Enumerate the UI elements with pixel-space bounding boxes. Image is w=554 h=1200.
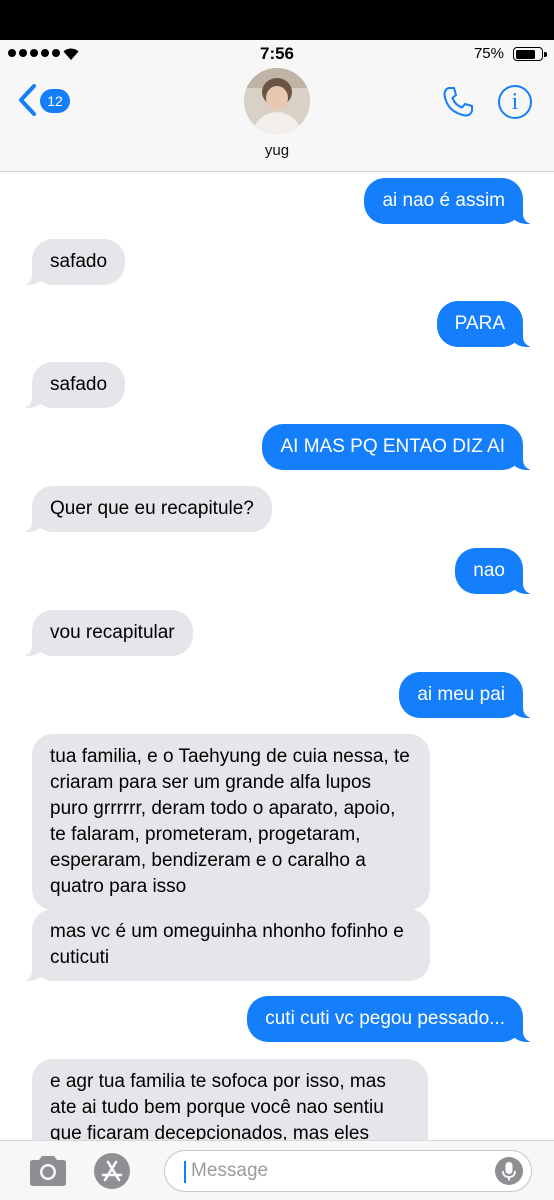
incoming-message[interactable]: safado: [21, 362, 126, 408]
outgoing-message[interactable]: nao: [455, 548, 533, 594]
incoming-message[interactable]: mas vc é um omeguinha nhonho fofinho e c…: [22, 909, 430, 981]
text-cursor: [184, 1161, 186, 1183]
message-input[interactable]: [191, 1151, 481, 1191]
message-field[interactable]: [164, 1150, 532, 1192]
back-button[interactable]: 12: [18, 82, 76, 118]
microphone-glyph: [502, 1162, 516, 1181]
app-store-glyph: [101, 1160, 123, 1182]
outgoing-message[interactable]: AI MAS PQ ENTAO DIZ AI: [262, 424, 533, 470]
status-time: 7:56: [259, 44, 295, 63]
contact-avatar[interactable]: [244, 68, 310, 134]
outgoing-message[interactable]: cuti cuti vc pegou pessado...: [247, 996, 533, 1042]
incoming-message[interactable]: vou recapitular: [22, 610, 193, 656]
incoming-message[interactable]: Quer que eu recapitule?: [22, 486, 272, 532]
camera-icon[interactable]: [26, 1153, 70, 1189]
conversation-header: 12 yug i: [0, 68, 554, 172]
outgoing-message[interactable]: ai meu pai: [399, 672, 533, 718]
info-icon[interactable]: i: [498, 85, 532, 119]
chevron-left-icon: [19, 84, 36, 116]
incoming-message[interactable]: tua familia, e o Taehyung de cuia nessa,…: [32, 734, 430, 910]
message-thread[interactable]: ai nao é assim safado PARA safado AI MAS…: [0, 173, 554, 1140]
microphone-icon[interactable]: [495, 1157, 523, 1185]
phone-icon[interactable]: [440, 84, 476, 120]
status-bar: 7:56 75%: [0, 40, 554, 68]
incoming-message[interactable]: e agr tua familia te sofoca por isso, ma…: [32, 1059, 428, 1140]
battery-icon: [513, 47, 547, 61]
app-store-icon[interactable]: [94, 1153, 130, 1189]
incoming-message[interactable]: safado: [21, 239, 126, 285]
outgoing-message[interactable]: PARA: [436, 301, 534, 347]
contact-name[interactable]: yug: [0, 142, 554, 159]
top-black-bar: [0, 0, 554, 40]
message-input-bar: [0, 1140, 554, 1200]
battery-percentage: 75%: [473, 45, 504, 62]
outgoing-message[interactable]: ai nao é assim: [364, 178, 533, 224]
unread-count-badge: 12: [40, 89, 70, 113]
avatar-photo: [244, 68, 310, 134]
